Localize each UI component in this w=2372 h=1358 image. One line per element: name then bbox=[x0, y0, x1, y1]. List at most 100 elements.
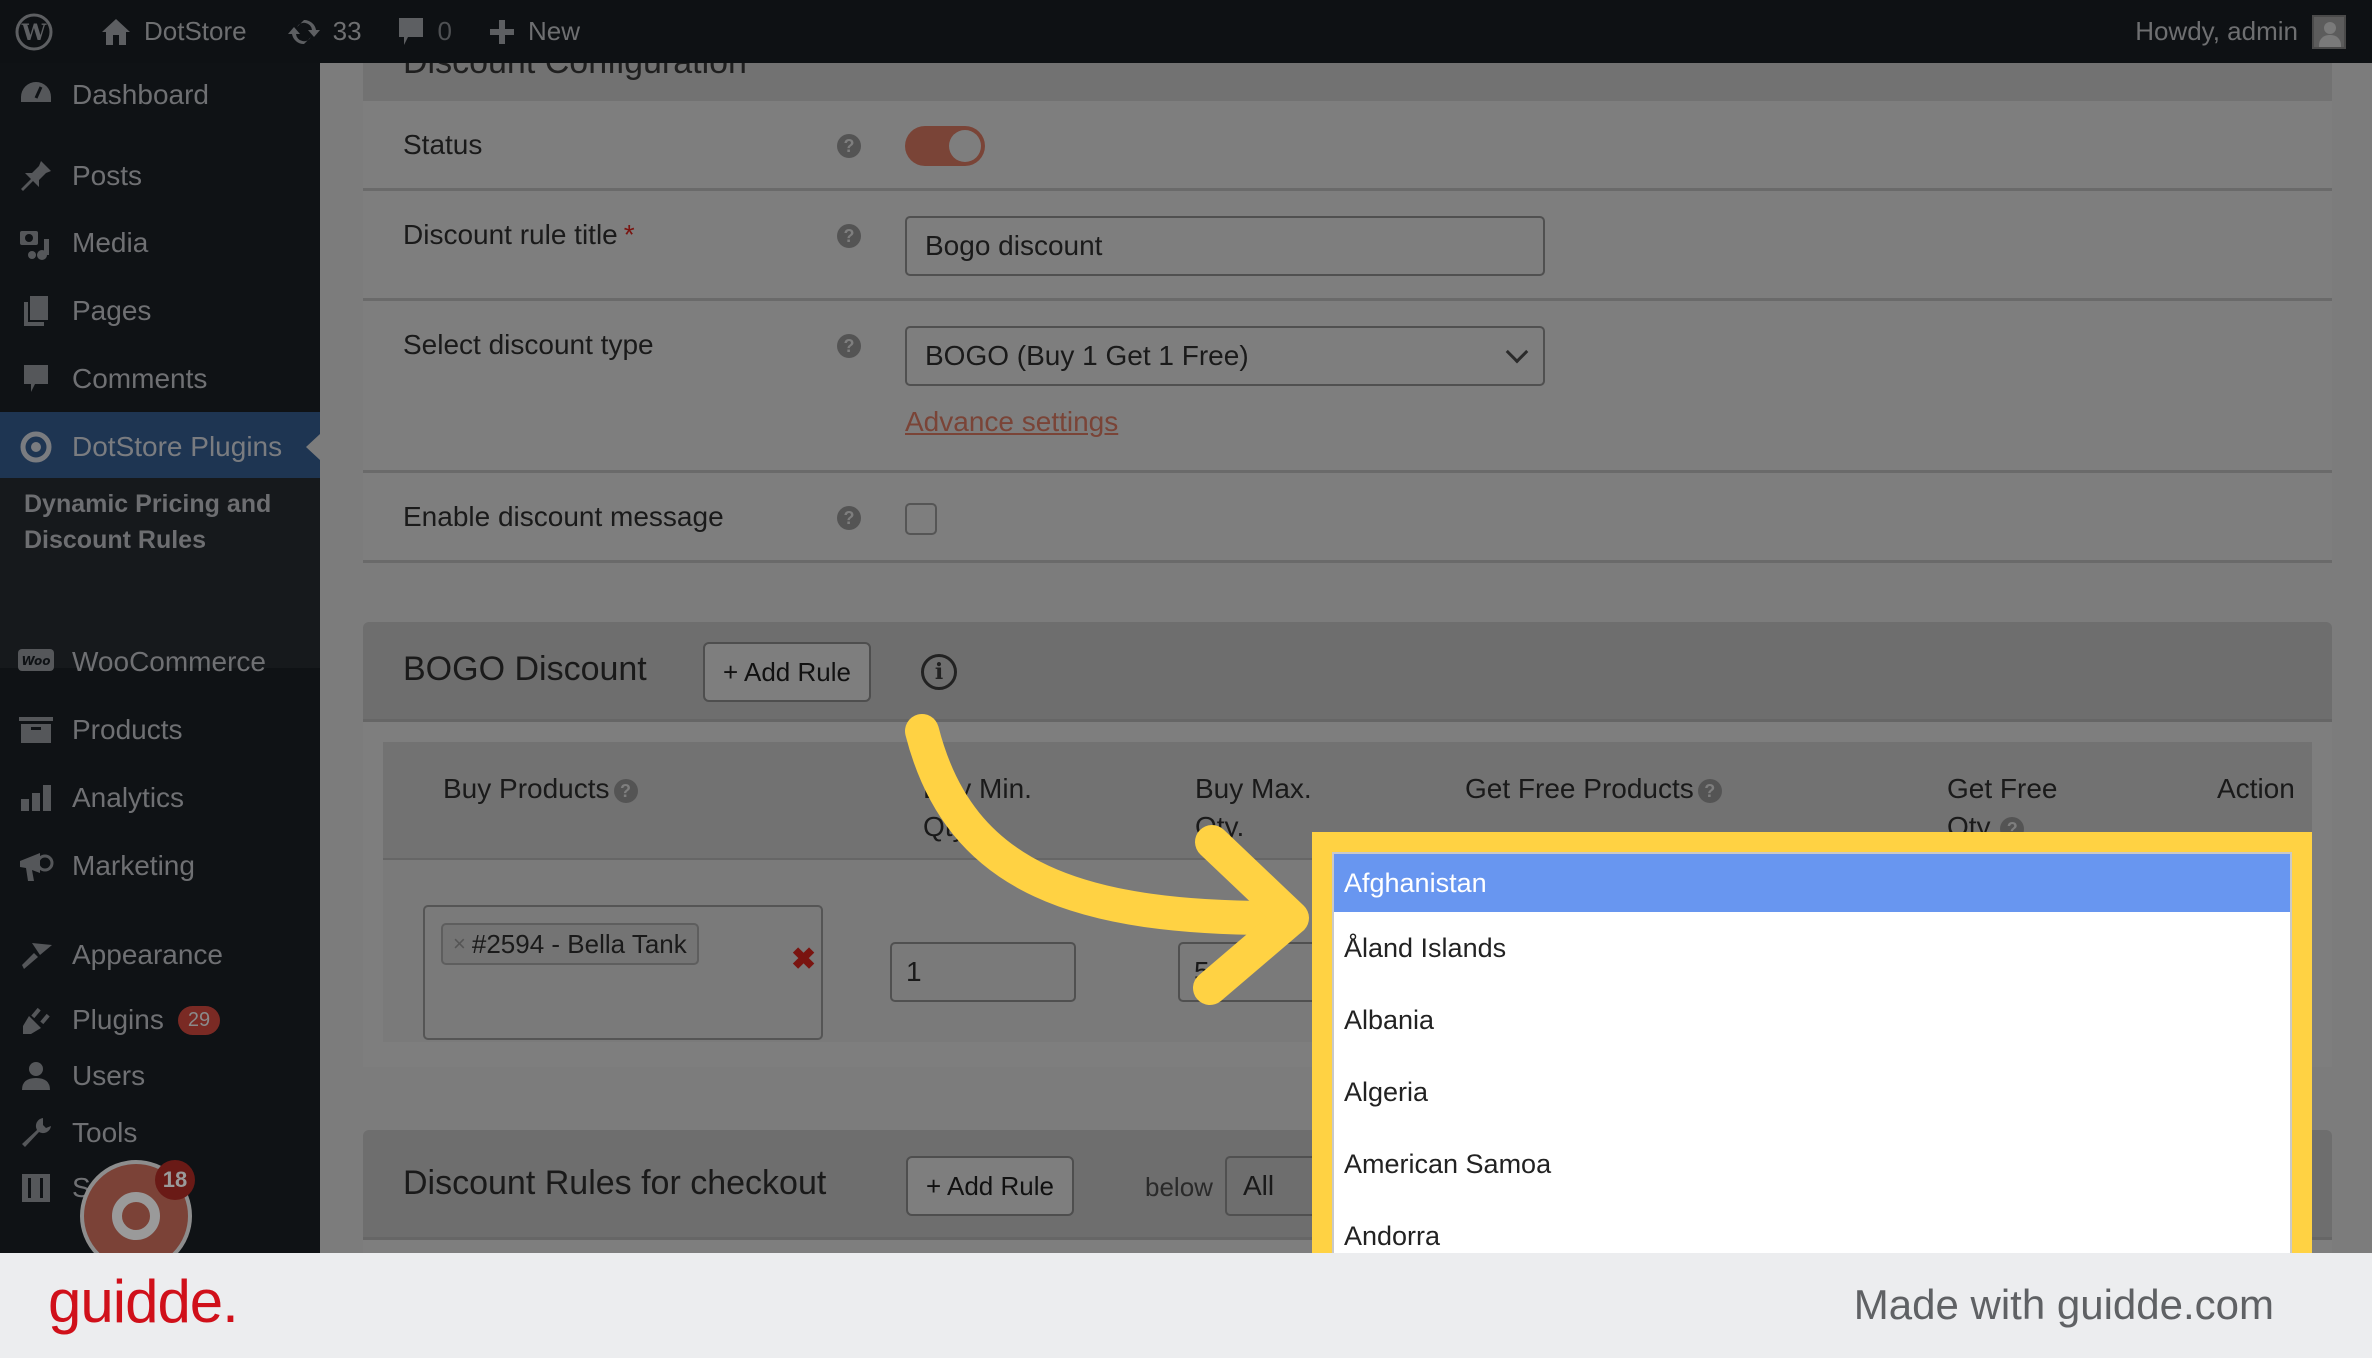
pages-icon bbox=[16, 291, 56, 331]
col-label: Qty. bbox=[923, 811, 973, 842]
bogo-card-header: BOGO Discount + Add Rule i bbox=[363, 622, 2332, 722]
account-menu[interactable]: Howdy, admin bbox=[2135, 0, 2346, 63]
site-name-link[interactable]: DotStore bbox=[100, 0, 247, 63]
help-icon[interactable]: ? bbox=[837, 334, 861, 358]
message-label: Enable discount message bbox=[403, 501, 724, 532]
col-action: Action bbox=[2217, 773, 2295, 804]
footer-bar: guidde. Made with guidde.com bbox=[0, 1253, 2372, 1358]
sidebar-item-plugins[interactable]: Plugins 29 bbox=[0, 990, 320, 1050]
product-tag-label: #2594 - Bella Tank bbox=[471, 928, 687, 959]
dropdown-option[interactable]: Afghanistan bbox=[1334, 854, 2290, 912]
clear-products-icon[interactable]: ✖ bbox=[791, 942, 816, 977]
bogo-add-rule-button[interactable]: + Add Rule bbox=[703, 642, 871, 702]
dropdown-option[interactable]: Albania bbox=[1334, 984, 2290, 1056]
help-icon[interactable]: ? bbox=[837, 134, 861, 158]
media-icon bbox=[16, 223, 56, 263]
svg-text:W: W bbox=[21, 20, 47, 46]
section-header-discount-configuration: Discount Configuration bbox=[363, 63, 2332, 101]
col-label: Get Free bbox=[1947, 773, 2058, 804]
below-label: below bbox=[1145, 1172, 1213, 1202]
pin-icon bbox=[16, 156, 56, 196]
sidebar-item-users[interactable]: Users bbox=[0, 1046, 320, 1106]
wrench-icon bbox=[16, 1113, 56, 1153]
country-dropdown-list[interactable]: Afghanistan Åland Islands Albania Algeri… bbox=[1332, 852, 2292, 1272]
sidebar-item-pages[interactable]: Pages bbox=[0, 281, 320, 341]
help-icon[interactable]: ? bbox=[613, 778, 638, 803]
col-label: Get Free Products bbox=[1465, 773, 1694, 804]
checkout-add-rule-button[interactable]: + Add Rule bbox=[906, 1156, 1074, 1216]
sidebar-item-dotstore-plugins[interactable]: DotStore Plugins bbox=[0, 412, 320, 482]
section-title: Discount Configuration bbox=[403, 63, 747, 82]
sidebar-item-analytics[interactable]: Analytics bbox=[0, 768, 320, 828]
title-row: Discount rule title * ? Bogo discount bbox=[363, 191, 2332, 301]
col-get-free-products: Get Free Products? bbox=[1465, 770, 1722, 808]
target-icon bbox=[16, 427, 56, 467]
box-icon bbox=[16, 710, 56, 750]
site-name: DotStore bbox=[144, 16, 247, 46]
help-icon[interactable]: ? bbox=[837, 224, 861, 248]
comments-count: 0 bbox=[437, 16, 452, 46]
message-row: Enable discount message ? bbox=[363, 473, 2332, 563]
discount-type-select[interactable]: BOGO (Buy 1 Get 1 Free) bbox=[905, 326, 1545, 386]
made-with-text: Made with guidde.com bbox=[1853, 1281, 2274, 1328]
col-label: Qty. bbox=[1195, 811, 1245, 842]
wordpress-icon: W bbox=[15, 13, 53, 50]
checkout-title: Discount Rules for checkout bbox=[403, 1164, 827, 1202]
col-buy-products: Buy Products? bbox=[443, 770, 638, 808]
brush-icon bbox=[16, 935, 56, 975]
advance-settings-link[interactable]: Advance settings bbox=[905, 406, 1118, 438]
col-buy-min-qty: Buy Min. Qty. bbox=[923, 770, 1032, 846]
sidebar-item-comments[interactable]: Comments bbox=[0, 349, 320, 409]
buy-min-qty-input[interactable]: 1 bbox=[890, 942, 1076, 1002]
updates-link[interactable]: 33 bbox=[287, 0, 362, 63]
type-label: Select discount type bbox=[403, 329, 654, 360]
dashboard-icon bbox=[16, 75, 56, 115]
col-buy-max-qty: Buy Max. Qty. bbox=[1195, 770, 1312, 846]
buy-products-select[interactable]: × #2594 - Bella Tank bbox=[423, 905, 823, 1040]
refresh-icon bbox=[287, 19, 320, 44]
settings-icon bbox=[16, 1168, 56, 1208]
woo-icon: Woo bbox=[16, 642, 56, 682]
user-icon bbox=[16, 1056, 56, 1096]
submenu-item-dynamic-pricing[interactable]: Dynamic Pricing and Discount Rules bbox=[24, 486, 304, 558]
admin-sidebar: Dashboard Posts Media Pages Comments Dot… bbox=[0, 63, 320, 1253]
help-icon[interactable]: ? bbox=[837, 506, 861, 530]
sidebar-item-products[interactable]: Products bbox=[0, 700, 320, 760]
comments-link[interactable]: 0 bbox=[396, 0, 452, 63]
dropdown-option[interactable]: American Samoa bbox=[1334, 1128, 2290, 1200]
sidebar-item-tools[interactable]: Tools bbox=[0, 1103, 320, 1163]
plugins-update-badge: 29 bbox=[177, 1005, 221, 1035]
dropdown-option[interactable]: Algeria bbox=[1334, 1056, 2290, 1128]
plug-icon bbox=[16, 1000, 56, 1040]
screen: W DotStore 33 0 New Howdy, admin Dashboa… bbox=[0, 0, 2372, 1358]
sidebar-item-marketing[interactable]: Marketing bbox=[0, 836, 320, 896]
sidebar-item-woocommerce[interactable]: Woo WooCommerce bbox=[0, 632, 320, 692]
discount-title-input[interactable]: Bogo discount bbox=[905, 216, 1545, 276]
sidebar-item-media[interactable]: Media bbox=[0, 213, 320, 273]
dropdown-option[interactable]: Åland Islands bbox=[1334, 912, 2290, 984]
col-label: Buy Max. bbox=[1195, 773, 1312, 804]
remove-tag-icon[interactable]: × bbox=[453, 931, 466, 957]
bogo-title: BOGO Discount bbox=[403, 650, 647, 688]
megaphone-icon bbox=[16, 846, 56, 886]
new-label: New bbox=[528, 16, 581, 46]
sidebar-item-posts[interactable]: Posts bbox=[0, 146, 320, 206]
type-row: Select discount type ? BOGO (Buy 1 Get 1… bbox=[363, 301, 2332, 473]
enable-message-checkbox[interactable] bbox=[905, 503, 937, 535]
help-icon[interactable]: ? bbox=[1697, 778, 1722, 803]
avatar bbox=[2312, 14, 2346, 49]
wordpress-logo-button[interactable]: W bbox=[14, 0, 54, 63]
sidebar-item-dashboard[interactable]: Dashboard bbox=[0, 65, 320, 125]
title-label: Discount rule title * bbox=[403, 219, 635, 251]
status-row: Status ? bbox=[363, 101, 2332, 191]
bar-chart-icon bbox=[16, 778, 56, 818]
new-content-button[interactable]: New bbox=[488, 0, 580, 63]
required-marker: * bbox=[623, 219, 635, 250]
plus-icon bbox=[490, 19, 514, 44]
info-icon[interactable]: i bbox=[921, 654, 957, 690]
comment-icon bbox=[16, 359, 56, 399]
sidebar-item-appearance[interactable]: Appearance bbox=[0, 925, 320, 985]
status-toggle[interactable] bbox=[905, 126, 985, 166]
chevron-down-icon bbox=[1505, 340, 1529, 364]
col-label: Buy Min. bbox=[923, 773, 1032, 804]
